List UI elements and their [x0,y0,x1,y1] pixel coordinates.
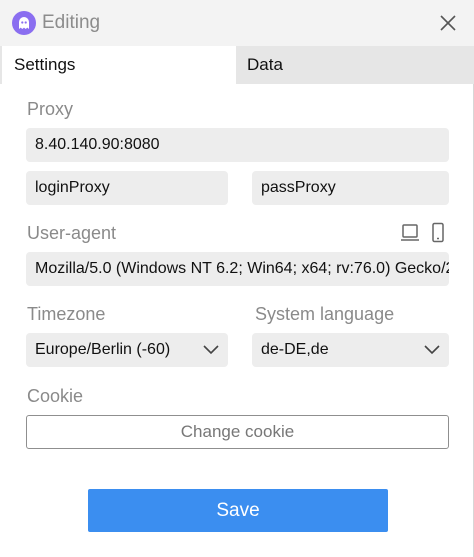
timezone-select[interactable]: Europe/Berlin (-60) [26,333,228,367]
timezone-value: Europe/Berlin (-60) [35,341,171,358]
proxy-login-field[interactable]: loginProxy [26,171,228,205]
proxy-password-field[interactable]: passProxy [252,171,449,205]
change-cookie-button[interactable]: Change cookie [26,415,449,449]
close-button[interactable] [431,6,465,40]
timezone-label: Timezone [27,304,106,324]
mobile-icon[interactable] [428,222,448,249]
chevron-down-icon [424,345,440,355]
tab-bar: Settings Data [0,46,474,84]
title-bar: Editing [0,0,474,46]
close-icon [440,15,456,31]
laptop-icon[interactable] [399,222,421,249]
system-language-label: System language [255,304,395,324]
tab-data[interactable]: Data [236,46,474,84]
cookie-label: Cookie [27,386,84,406]
proxy-address-field[interactable]: 8.40.140.90:8080 [26,128,449,162]
window-title: Editing [42,12,101,33]
chevron-down-icon [203,345,219,355]
user-agent-label: User-agent [27,223,117,243]
proxy-label: Proxy [27,99,74,119]
user-agent-field[interactable]: Mozilla/5.0 (Windows NT 6.2; Win64; x64;… [26,252,449,286]
ghost-icon [12,11,36,35]
system-language-select[interactable]: de-DE,de [252,333,449,367]
editing-dialog: Editing Settings Data Proxy 8.40.140.90:… [0,0,474,557]
tab-settings[interactable]: Settings [2,46,236,84]
system-language-value: de-DE,de [261,341,329,358]
save-button[interactable]: Save [88,489,388,532]
